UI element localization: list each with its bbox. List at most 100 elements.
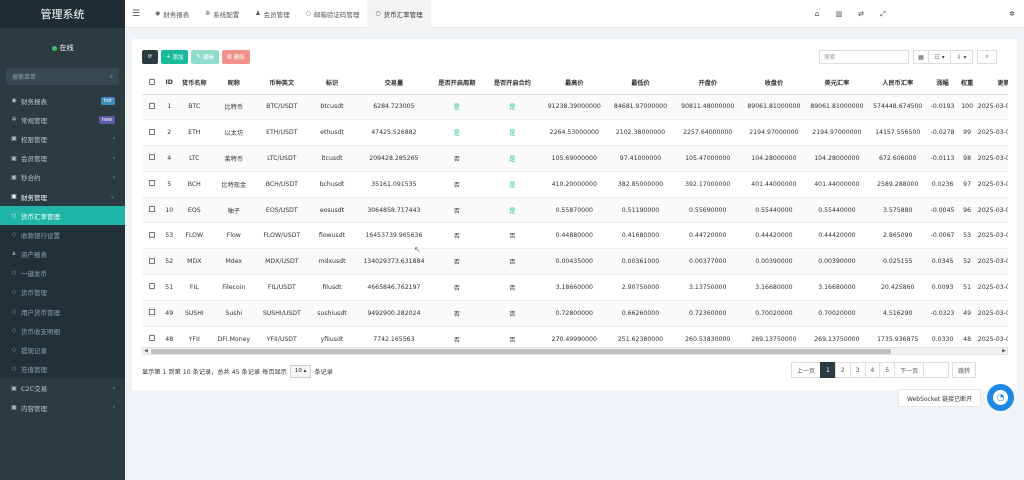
table-row[interactable]: 4 LTC 莱特币 LTC/USDT ltcusdt 209428.285265 否是 105… xyxy=(142,145,1008,172)
page-jump-button[interactable]: 跳转 xyxy=(952,362,977,378)
sidebar-item-3[interactable]: ▣ 会员管理 ‹ xyxy=(0,149,125,168)
table-row[interactable]: 2 ETH 以太坊 ETH/USDT ethusdt 47425.526882 是是 2264… xyxy=(142,119,1008,147)
tab-1[interactable]: ✲ 系统配置 xyxy=(197,0,247,28)
column-header[interactable]: 交易量 xyxy=(356,72,432,95)
refresh-button[interactable]: ⟳ xyxy=(142,50,158,64)
column-header[interactable]: ID xyxy=(161,72,178,95)
tab-0[interactable]: ◉ 财务报表 xyxy=(147,0,197,28)
menu-toggle-icon[interactable]: ☰ xyxy=(125,9,147,19)
row-checkbox[interactable] xyxy=(142,119,162,147)
prev-page-button[interactable]: 上一页 xyxy=(791,362,822,378)
column-header[interactable]: 昵称 xyxy=(211,72,257,95)
row-checkbox[interactable] xyxy=(142,248,162,276)
column-header[interactable]: 更新时间 xyxy=(977,72,1008,95)
submenu-item-5[interactable]: ○ 用户货币管理 xyxy=(0,302,125,321)
submenu-item-8[interactable]: ○ 充值管理 xyxy=(0,360,125,379)
column-header[interactable]: 权重 xyxy=(956,72,978,95)
sidebar-item-bottom-1[interactable]: ▣ 内容管理 ‹ xyxy=(0,398,125,417)
toggle-view-button[interactable]: ▦ xyxy=(913,50,929,64)
row-checkbox[interactable] xyxy=(142,300,162,327)
scroll-left-icon[interactable]: ◀ xyxy=(144,348,148,355)
delete-button[interactable]: ▥ 删除 xyxy=(221,50,250,64)
horizontal-scrollbar[interactable]: ◀ ▶ xyxy=(142,347,1008,355)
next-page-button[interactable]: 下一页 xyxy=(894,362,925,378)
column-header[interactable]: 币种英文 xyxy=(256,72,308,95)
table-row[interactable]: 52 MDX Mdex MDX/USDT mdxusdt 134029373.631884… xyxy=(142,248,1008,276)
row-checkbox[interactable] xyxy=(142,197,162,224)
row-checkbox[interactable] xyxy=(142,222,162,250)
table-cell: Flow xyxy=(211,222,257,250)
chevron-down-icon: ⌄ xyxy=(109,193,115,201)
tab-2[interactable]: ♟ 会员管理 xyxy=(247,0,297,28)
table-cell: 以太坊 xyxy=(211,119,257,147)
column-header[interactable]: 是否开启合约 xyxy=(482,72,543,95)
sidebar-item-finance[interactable]: ▣ 财务管理 ⌄ xyxy=(0,186,125,207)
column-header[interactable]: 最高价 xyxy=(542,72,607,95)
submenu-item-6[interactable]: ○ 货币收支明细 xyxy=(0,321,125,340)
page-button-3[interactable]: 3 xyxy=(849,362,866,378)
fullscreen-icon[interactable]: ⤢ xyxy=(872,10,894,19)
sidebar-item-4[interactable]: ▣ 秒合约 ‹ xyxy=(0,168,125,187)
column-header[interactable]: 人民币汇率 xyxy=(866,72,929,95)
table-row[interactable]: 51 FIL Filecoin FIL/USDT filusdt 4665846.7621… xyxy=(142,274,1008,301)
select-all-checkbox[interactable] xyxy=(142,72,162,95)
column-header[interactable]: 开盘价 xyxy=(674,72,741,95)
page-jump-input[interactable] xyxy=(923,362,950,378)
submenu-item-0[interactable]: ○ 货币汇率管理 xyxy=(0,206,125,226)
table-cell: 574448.674500 xyxy=(866,94,929,121)
tab-3[interactable]: ○ 邮箱验证码管理 xyxy=(298,0,368,28)
scroll-right-icon[interactable]: ▶ xyxy=(1002,348,1006,355)
table-cell: -0.0113 xyxy=(928,145,957,172)
row-checkbox[interactable] xyxy=(142,145,162,172)
column-header[interactable]: 货币名称 xyxy=(177,72,212,95)
scrollbar-thumb[interactable] xyxy=(151,349,891,354)
export-dropdown-button[interactable]: ⇩ ▾ xyxy=(950,50,973,64)
column-header[interactable]: 美元汇率 xyxy=(807,72,867,95)
page-button-5[interactable]: 5 xyxy=(879,362,896,378)
websocket-chat-button[interactable]: ◔ xyxy=(987,384,1014,411)
table-row[interactable]: 5 BCH 比特现金 BCH/USDT bchusdt 35161.091535 否是 410… xyxy=(142,171,1008,198)
advanced-search-button[interactable]: ⌕ xyxy=(977,50,997,64)
page-button-1[interactable]: 1 xyxy=(820,362,836,378)
translate-icon[interactable]: ⇄ xyxy=(850,10,872,18)
row-checkbox[interactable] xyxy=(142,94,162,121)
table-search-input[interactable]: 搜索 xyxy=(819,50,909,64)
submenu-item-label: 资产报表 xyxy=(21,251,47,260)
table-row[interactable]: 53 FLOW Flow FLOW/USDT flowusdt 16453739.9656… xyxy=(142,222,1008,250)
columns-dropdown-button[interactable]: ☷ ▾ xyxy=(928,50,951,64)
submenu-item-3[interactable]: ○ 一键发币 xyxy=(0,264,125,283)
submenu-item-2[interactable]: ♟ 资产报表 xyxy=(0,245,125,264)
edit-button[interactable]: ✎ 编辑 xyxy=(191,50,219,64)
table-cell: 4665846.762197 xyxy=(356,274,432,301)
table-cell: 3.16680000 xyxy=(740,274,807,301)
submenu-item-7[interactable]: ○ 提现记录 xyxy=(0,340,125,359)
table-row[interactable]: 1 BTC 比特币 BTC/USDT btcusdt 6284.723005 是是 91238… xyxy=(142,94,1008,121)
page-button-4[interactable]: 4 xyxy=(864,362,881,378)
row-checkbox[interactable] xyxy=(142,274,162,301)
home-icon[interactable]: ⌂ xyxy=(806,10,828,18)
page-size-select[interactable]: 10 ▴ xyxy=(289,364,312,378)
add-button[interactable]: + 添加 xyxy=(161,50,189,64)
sidebar-item-bottom-0[interactable]: ▣ C2C交易 ‹ xyxy=(0,379,125,398)
sidebar-item-1[interactable]: ✲ 常规管理 new xyxy=(0,110,125,129)
column-header[interactable]: 是否开启周期 xyxy=(431,72,483,95)
row-checkbox[interactable] xyxy=(142,171,162,198)
column-header[interactable]: 最低价 xyxy=(606,72,675,95)
sidebar-search-input[interactable]: 搜索菜单 ⌕ xyxy=(6,68,119,85)
sidebar-item-2[interactable]: ▣ 权限管理 ‹ xyxy=(0,129,125,148)
table-row[interactable]: 10 EOS 柚子 EOS/USDT eosusdt 3064858.717443 否是 0.… xyxy=(142,197,1008,224)
column-header[interactable]: 收盘价 xyxy=(740,72,807,95)
column-header[interactable]: 标识 xyxy=(307,72,357,95)
table-cell: 否 xyxy=(431,248,483,276)
submenu-item-4[interactable]: ○ 货币管理 xyxy=(0,283,125,302)
settings-gear-icon[interactable]: ✲ xyxy=(1002,0,1022,28)
column-header[interactable]: 涨幅 xyxy=(928,72,957,95)
sidebar-item-0[interactable]: ◉ 财务报表 hot xyxy=(0,91,125,110)
submenu-item-1[interactable]: ○ 收款银行设置 xyxy=(0,225,125,244)
tab-4[interactable]: ○ 货币汇率管理 xyxy=(367,0,431,28)
page-button-2[interactable]: 2 xyxy=(834,362,851,378)
app-logo[interactable]: 管理系统 xyxy=(0,0,125,28)
table-cell: 100 xyxy=(956,94,978,121)
table-row[interactable]: 49 SUSHI Sushi SUSHI/USDT sushiusdt 9492900.2… xyxy=(142,300,1008,327)
trash-icon[interactable]: ▥ xyxy=(828,10,850,18)
